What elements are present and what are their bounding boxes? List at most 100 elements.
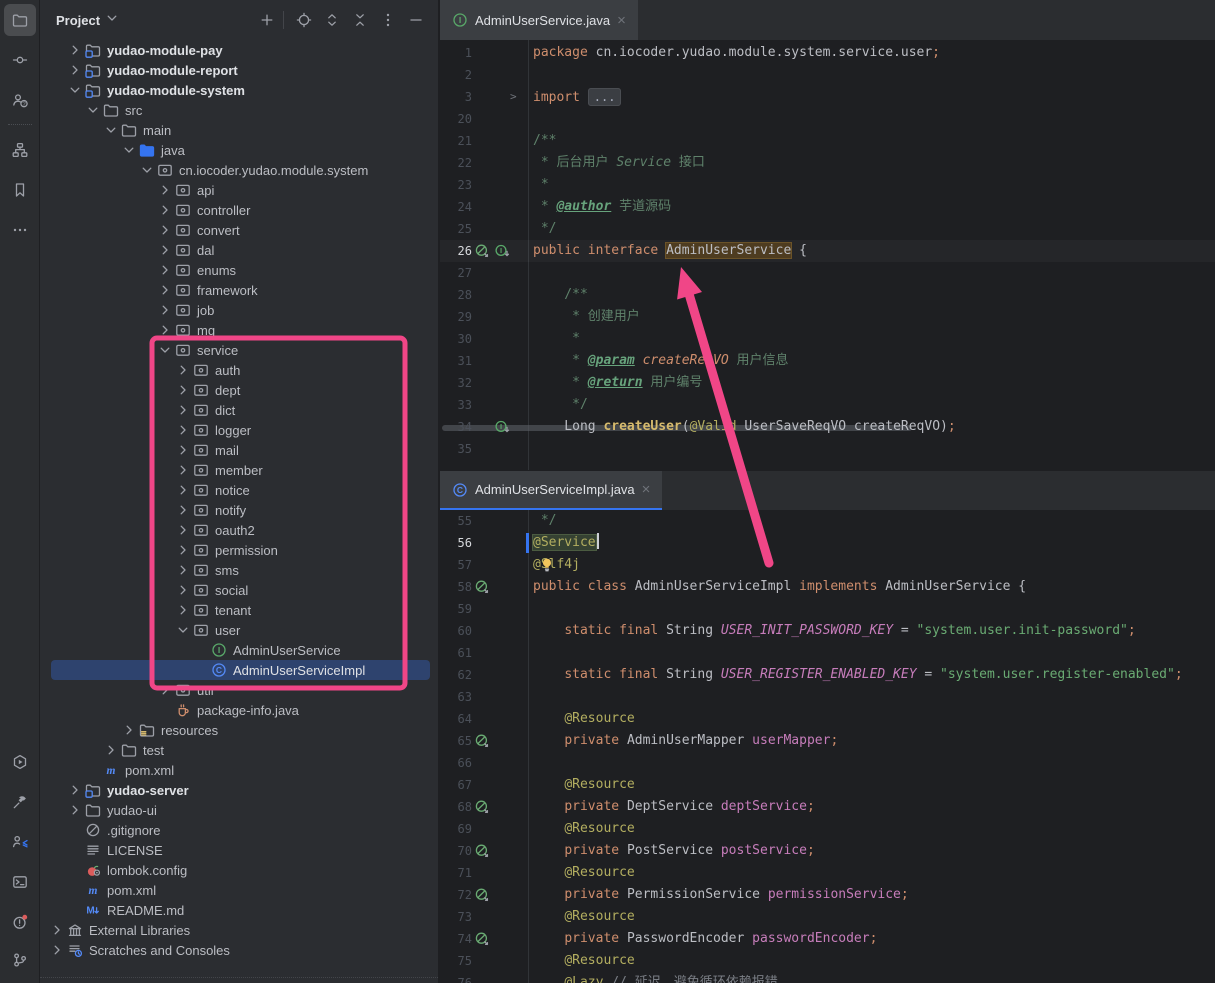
chevron-right-icon[interactable]	[66, 62, 84, 78]
editor-top[interactable]: 1package cn.iocoder.yudao.module.system.…	[440, 40, 1215, 470]
add-button[interactable]	[255, 8, 279, 32]
code-line-75[interactable]: 75 @Resource	[440, 950, 1215, 972]
tree-item-enums[interactable]: enums	[40, 260, 438, 280]
project-panel-title[interactable]: Project	[56, 13, 100, 28]
code-line-68[interactable]: 68 private DeptService deptService;	[440, 796, 1215, 818]
tree-item-social[interactable]: social	[40, 580, 438, 600]
tree-item-yudao-module-system[interactable]: yudao-module-system	[40, 80, 438, 100]
chevron-right-icon[interactable]	[156, 242, 174, 258]
code-line-23[interactable]: 23 *	[440, 174, 1215, 196]
code-line-58[interactable]: 58public class AdminUserServiceImpl impl…	[440, 576, 1215, 598]
activity-commit-button[interactable]	[4, 44, 36, 76]
activity-notifications-button[interactable]	[4, 906, 36, 938]
activity-structure-button[interactable]	[4, 134, 36, 166]
spring-bean-gutter-icon[interactable]	[474, 931, 490, 947]
tree-item-user[interactable]: user	[40, 620, 438, 640]
activity-bookmarks-button[interactable]	[4, 174, 36, 206]
tree-item-yudao-module-pay[interactable]: yudao-module-pay	[40, 40, 438, 60]
tree-item-sms[interactable]: sms	[40, 560, 438, 580]
locate-button[interactable]	[292, 8, 316, 32]
code-line-56[interactable]: 56@Service	[440, 532, 1215, 554]
code-line-20[interactable]: 20	[440, 108, 1215, 130]
code-line-65[interactable]: 65 private AdminUserMapper userMapper;	[440, 730, 1215, 752]
code-line-33[interactable]: 33 */	[440, 394, 1215, 416]
chevron-right-icon[interactable]	[156, 322, 174, 338]
tree-item-logger[interactable]: logger	[40, 420, 438, 440]
tree-item-java[interactable]: java	[40, 140, 438, 160]
chevron-right-icon[interactable]	[66, 802, 84, 818]
activity-services-button[interactable]	[4, 746, 36, 778]
tree-item-resources[interactable]: resources	[40, 720, 438, 740]
activity-more-button[interactable]	[4, 214, 36, 246]
tree-item-readme-md[interactable]: MREADME.md	[40, 900, 438, 920]
tree-item-auth[interactable]: auth	[40, 360, 438, 380]
code-line-26[interactable]: 26Ipublic interface AdminUserService {	[440, 240, 1215, 262]
chevron-right-icon[interactable]	[48, 942, 66, 958]
spring-bean-gutter-icon[interactable]	[474, 843, 490, 859]
code-line-57[interactable]: 57@Slf4j	[440, 554, 1215, 576]
activity-terminal-button[interactable]	[4, 866, 36, 898]
code-line-67[interactable]: 67 @Resource	[440, 774, 1215, 796]
chevron-right-icon[interactable]	[156, 682, 174, 698]
options-button[interactable]	[376, 8, 400, 32]
chevron-right-icon[interactable]	[174, 422, 192, 438]
code-line-59[interactable]: 59	[440, 598, 1215, 620]
activity-profiler-button[interactable]	[4, 826, 36, 858]
editor-bottom[interactable]: 55 */56@Service57@Slf4j58public class Ad…	[440, 510, 1215, 983]
code-line-27[interactable]: 27	[440, 262, 1215, 284]
code-line-70[interactable]: 70 private PostService postService;	[440, 840, 1215, 862]
code-line-35[interactable]: 35	[440, 438, 1215, 460]
tree-item-api[interactable]: api	[40, 180, 438, 200]
spring-bean-gutter-icon[interactable]	[474, 799, 490, 815]
chevron-right-icon[interactable]	[174, 502, 192, 518]
chevron-right-icon[interactable]	[174, 582, 192, 598]
tree-item-service[interactable]: service	[40, 340, 438, 360]
tree-item-notice[interactable]: notice	[40, 480, 438, 500]
code-line-1[interactable]: 1package cn.iocoder.yudao.module.system.…	[440, 42, 1215, 64]
code-line-63[interactable]: 63	[440, 686, 1215, 708]
tree-item-main[interactable]: main	[40, 120, 438, 140]
spring-bean-gutter-icon[interactable]	[474, 579, 490, 595]
tree-item-oauth2[interactable]: oauth2	[40, 520, 438, 540]
chevron-right-icon[interactable]	[174, 362, 192, 378]
chevron-down-icon[interactable]	[138, 162, 156, 178]
tree-item-mq[interactable]: mq	[40, 320, 438, 340]
chevron-right-icon[interactable]	[174, 382, 192, 398]
intention-bulb-icon[interactable]	[539, 557, 555, 573]
code-line-29[interactable]: 29 * 创建用户	[440, 306, 1215, 328]
code-line-71[interactable]: 71 @Resource	[440, 862, 1215, 884]
chevron-right-icon[interactable]	[156, 202, 174, 218]
chevron-right-icon[interactable]	[66, 42, 84, 58]
code-line-32[interactable]: 32 * @return 用户编号	[440, 372, 1215, 394]
tree-item-job[interactable]: job	[40, 300, 438, 320]
code-line-25[interactable]: 25 */	[440, 218, 1215, 240]
code-line-24[interactable]: 24 * @author 芋道源码	[440, 196, 1215, 218]
tree-item-src[interactable]: src	[40, 100, 438, 120]
chevron-right-icon[interactable]	[174, 402, 192, 418]
chevron-right-icon[interactable]	[66, 782, 84, 798]
code-line-72[interactable]: 72 private PermissionService permissionS…	[440, 884, 1215, 906]
tree-item-yudao-ui[interactable]: yudao-ui	[40, 800, 438, 820]
code-line-64[interactable]: 64 @Resource	[440, 708, 1215, 730]
chevron-right-icon[interactable]	[156, 302, 174, 318]
chevron-right-icon[interactable]	[156, 182, 174, 198]
chevron-right-icon[interactable]	[174, 542, 192, 558]
code-line-62[interactable]: 62 static final String USER_REGISTER_ENA…	[440, 664, 1215, 686]
tree-item-lombok-config[interactable]: lombok.config	[40, 860, 438, 880]
chevron-right-icon[interactable]	[156, 262, 174, 278]
chevron-right-icon[interactable]	[174, 602, 192, 618]
implementations-gutter-icon[interactable]: I	[494, 419, 510, 435]
chevron-right-icon[interactable]	[156, 282, 174, 298]
code-line-22[interactable]: 22 * 后台用户 Service 接口	[440, 152, 1215, 174]
tree-item-pom-xml[interactable]: mpom.xml	[40, 760, 438, 780]
tree-item-util[interactable]: util	[40, 680, 438, 700]
activity-pull-requests-button[interactable]: ?	[4, 84, 36, 116]
code-line-61[interactable]: 61	[440, 642, 1215, 664]
tree-item-convert[interactable]: convert	[40, 220, 438, 240]
chevron-down-icon[interactable]	[104, 10, 120, 31]
activity-project-folder-button[interactable]	[4, 4, 36, 36]
chevron-right-icon[interactable]	[174, 522, 192, 538]
tree-item-framework[interactable]: framework	[40, 280, 438, 300]
code-line-60[interactable]: 60 static final String USER_INIT_PASSWOR…	[440, 620, 1215, 642]
tree-item-package-info-java[interactable]: package-info.java	[40, 700, 438, 720]
